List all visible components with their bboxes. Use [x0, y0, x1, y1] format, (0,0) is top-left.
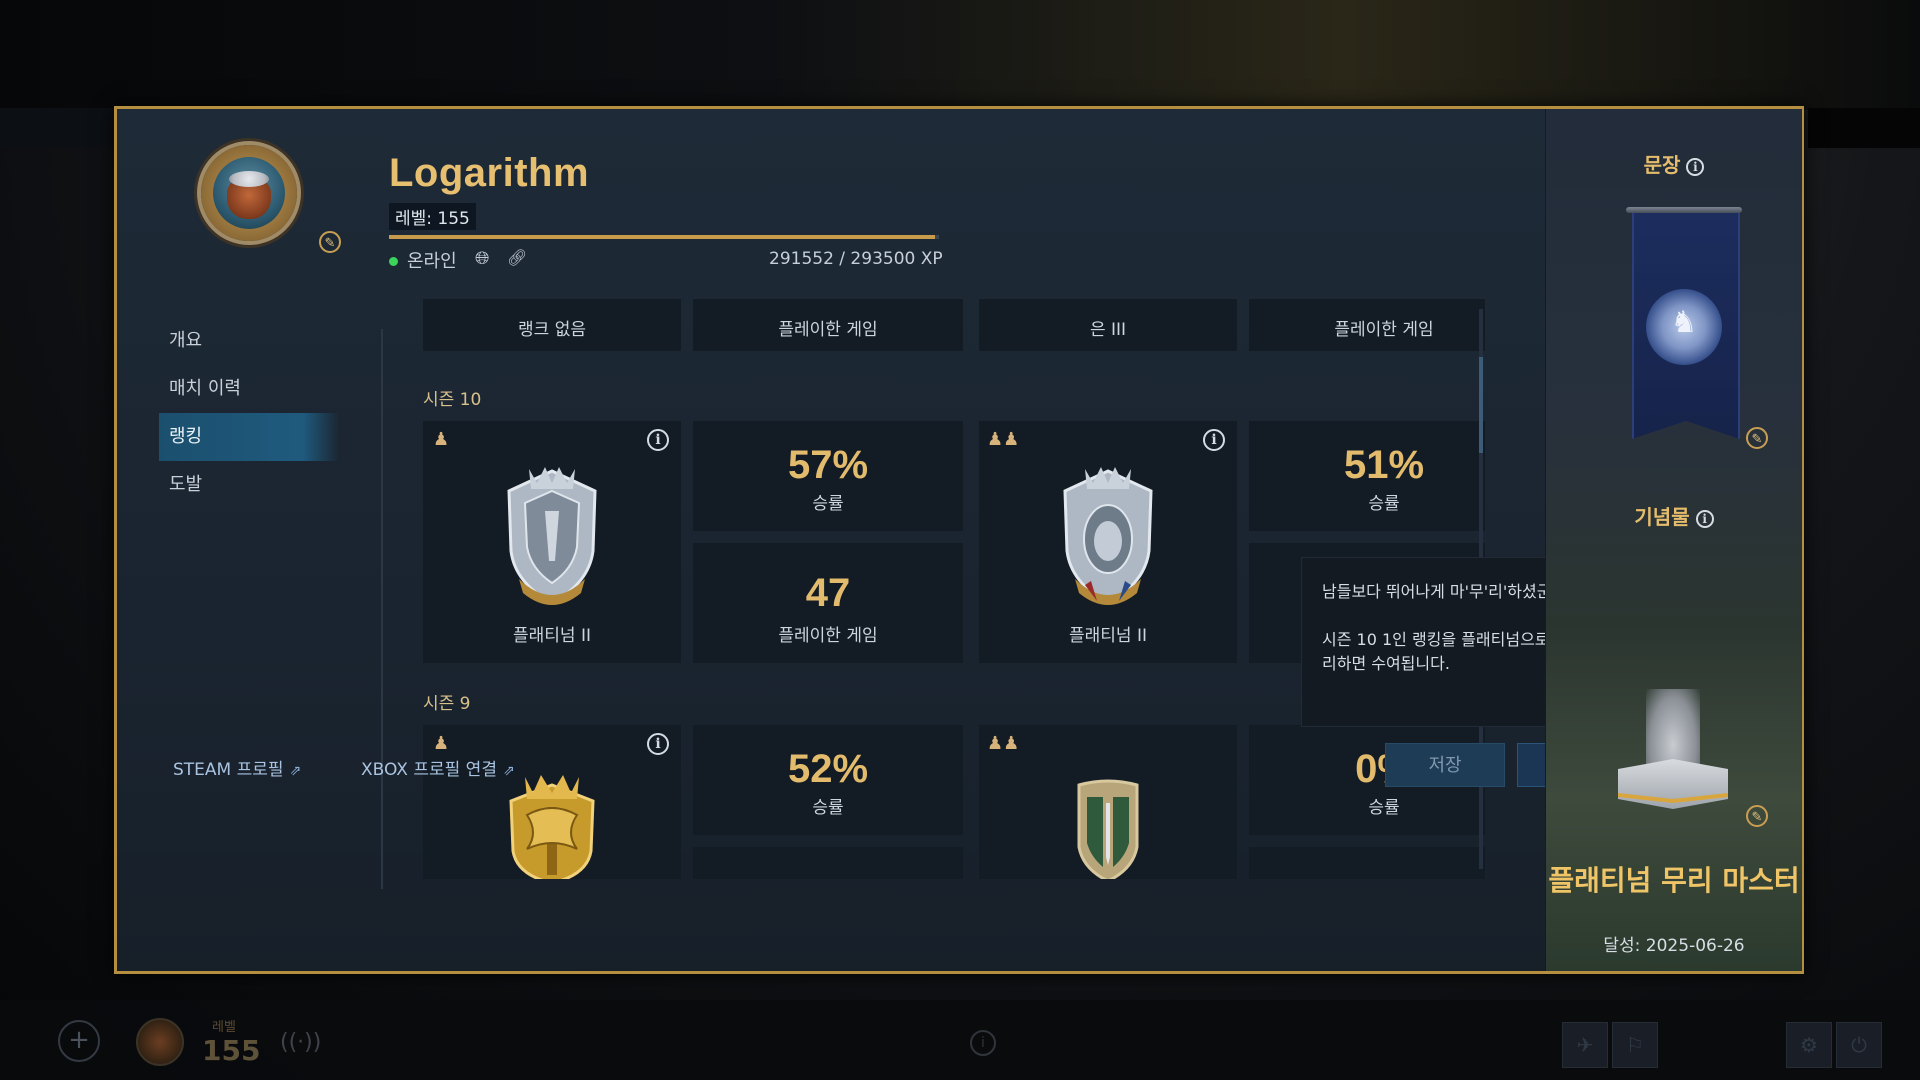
globe-icon: 🌐︎: [475, 248, 490, 269]
nav-divider: [381, 329, 383, 889]
online-status-dot: [389, 257, 398, 266]
info-icon[interactable]: i: [1203, 429, 1225, 451]
season-9-team-games-card: [1249, 847, 1485, 879]
save-button[interactable]: 저장: [1385, 743, 1505, 787]
previous-season-team-games-card: 플레이한 게임: [1249, 299, 1485, 351]
season-10-team-winrate-card: 51% 승률: [1249, 421, 1485, 531]
banner-title: 문장: [1643, 153, 1681, 177]
cosmetics-side-panel: 문장 i ♞ ✎ 기념물 i ✎ 플래티넘 무리 마스터 달성: 2025-06-2…: [1545, 109, 1802, 971]
info-icon[interactable]: i: [647, 429, 669, 451]
external-link-icon: ⇗: [502, 763, 515, 779]
season-10-solo-games-label: 플레이한 게임: [778, 626, 878, 646]
season-10-team-winrate-label: 승률: [1368, 494, 1400, 514]
banner-section-title: 문장 i: [1546, 149, 1802, 178]
profile-dialog: ✎ Logarithm 레벨: 155 온라인 🌐︎ 🔗︎ 291552 / 2…: [114, 106, 1804, 974]
monument-icon[interactable]: [1618, 689, 1728, 809]
avatar[interactable]: [201, 145, 297, 241]
nav-item-match-history[interactable]: 매치 이력: [159, 365, 339, 413]
monument-title: 기념물: [1634, 505, 1690, 529]
avatar-image: [213, 157, 285, 229]
season-9-solo-winrate-card: 52% 승률: [693, 725, 963, 835]
link-icon: 🔗︎: [507, 248, 528, 267]
profile-nav: 개요 매치 이력 랭킹 도발: [159, 317, 339, 509]
steam-profile-link-label: STEAM 프로필: [173, 760, 284, 780]
steam-profile-link[interactable]: STEAM 프로필 ⇗: [173, 755, 301, 780]
lion-icon: ♞: [1670, 305, 1698, 340]
info-icon[interactable]: i: [1686, 157, 1705, 176]
bottom-bar-level-label: 레벨: [212, 1020, 236, 1035]
bottom-bar-info-icon[interactable]: i: [970, 1030, 996, 1056]
profile-main-panel: ✎ Logarithm 레벨: 155 온라인 🌐︎ 🔗︎ 291552 / 2…: [117, 109, 1637, 971]
season-10-solo-games-card: 47 플레이한 게임: [693, 543, 963, 663]
background-right-bar: [1808, 108, 1920, 148]
silver-shield-icon: [1077, 779, 1139, 879]
background-left-bar: [0, 108, 116, 148]
previous-season-solo-games-card: 플레이한 게임: [693, 299, 963, 351]
previous-season-team-rank: 은 III: [1089, 320, 1127, 340]
add-friend-button[interactable]: +: [58, 1020, 100, 1062]
monument-statue: [1646, 689, 1700, 769]
solo-icon: ♟: [433, 429, 450, 450]
xp-progress-bar: [389, 235, 939, 239]
previous-season-solo-rank: 랭크 없음: [518, 320, 586, 340]
level-badge: 레벨: 155: [389, 203, 476, 230]
nav-item-ranking[interactable]: 랭킹: [159, 413, 339, 461]
banner-rod: [1626, 207, 1742, 213]
previous-season-team-card: 은 III: [979, 299, 1237, 351]
bottom-bar-avatar[interactable]: [136, 1018, 184, 1066]
xbox-profile-link[interactable]: XBOX 프로필 연결 ⇗: [361, 755, 515, 780]
bottom-bar-level: 155: [202, 1034, 261, 1067]
season-10-solo-winrate: 57%: [787, 443, 869, 487]
achievement-date: 달성: 2025-06-26: [1603, 936, 1745, 956]
previous-season-solo-card: 랭크 없음: [423, 299, 681, 351]
gold-emblem-icon: [509, 775, 595, 879]
season-10-team-rank: 플래티넘 II: [1069, 626, 1147, 646]
edit-monument-icon[interactable]: ✎: [1746, 805, 1768, 827]
team-icon: ♟♟: [987, 429, 1020, 450]
xp-text: 291552 / 293500 XP: [769, 249, 943, 269]
background-top: [0, 0, 1920, 110]
online-status-text: 온라인: [407, 251, 457, 272]
coins-icon: [229, 171, 269, 187]
season-10-solo-winrate-label: 승률: [812, 494, 844, 514]
season-9-solo-games-card: [693, 847, 963, 879]
season-9-label: 시즌 9: [423, 694, 471, 714]
season-9-solo-winrate-label: 승률: [812, 798, 844, 818]
settings-icon[interactable]: ⚙: [1786, 1022, 1832, 1068]
nav-item-taunts[interactable]: 도발: [159, 461, 339, 509]
solo-icon: ♟: [433, 733, 450, 754]
achievement-title: 플래티넘 무리 마스터: [1548, 864, 1800, 897]
season-9-team-winrate-label: 승률: [1368, 798, 1400, 818]
season-10-team-winrate: 51%: [1343, 443, 1425, 487]
platinum-emblem-icon: [507, 467, 597, 605]
season-9-team-rank-card[interactable]: ♟♟: [979, 725, 1237, 879]
season-10-solo-rank-card[interactable]: ♟ i 플래티넘 II: [423, 421, 681, 663]
monument-section-title: 기념물 i: [1546, 501, 1802, 530]
season-10-solo-winrate-card: 57% 승률: [693, 421, 963, 531]
season-9-solo-rank-card[interactable]: ♟ i: [423, 725, 681, 879]
previous-season-solo-games-label: 플레이한 게임: [778, 320, 878, 340]
info-icon[interactable]: i: [647, 733, 669, 755]
xbox-profile-link-label: XBOX 프로필 연결: [361, 760, 497, 780]
team-icon: ♟♟: [987, 733, 1020, 754]
season-10-label: 시즌 10: [423, 390, 482, 410]
season-10-solo-games: 47: [805, 571, 851, 615]
player-name: Logarithm: [389, 151, 590, 195]
ranking-scrollbar-thumb[interactable]: [1479, 357, 1483, 453]
season-10-solo-rank: 플래티넘 II: [513, 626, 591, 646]
power-icon[interactable]: ⏻: [1836, 1022, 1882, 1068]
info-icon[interactable]: i: [1695, 509, 1714, 528]
xp-progress-fill: [389, 235, 935, 239]
edit-avatar-icon[interactable]: ✎: [319, 231, 341, 253]
season-10-team-rank-card[interactable]: ♟♟ i 플래티넘 II: [979, 421, 1237, 663]
wifi-icon: ((·)): [280, 1030, 322, 1055]
season-9-solo-winrate: 52%: [787, 747, 869, 791]
bottom-bar-button-1[interactable]: ✈: [1562, 1022, 1608, 1068]
external-link-icon: ⇗: [289, 763, 302, 779]
nav-item-overview[interactable]: 개요: [159, 317, 339, 365]
platinum-emblem-icon: [1063, 467, 1153, 605]
edit-banner-icon[interactable]: ✎: [1746, 427, 1768, 449]
previous-season-team-games-label: 플레이한 게임: [1334, 320, 1434, 340]
bottom-bar-button-2[interactable]: ⚐: [1612, 1022, 1658, 1068]
